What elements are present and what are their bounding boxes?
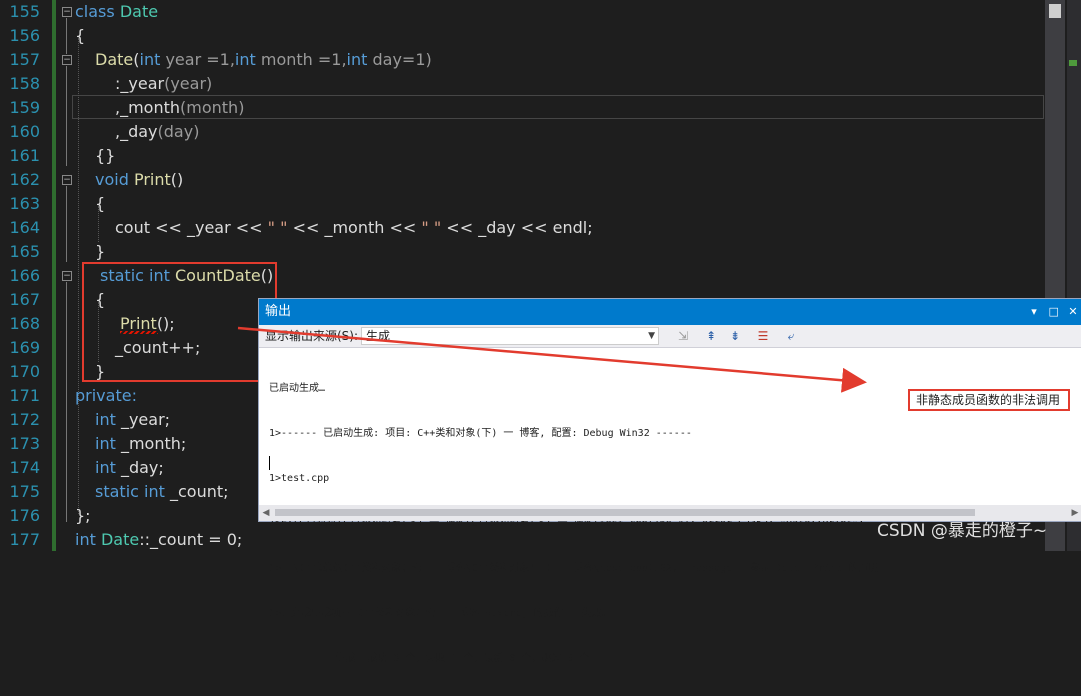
annotation-arrow xyxy=(237,326,867,393)
log-line: 1>E:\C++试试\C++类和对象(下) 一 博客\C++类和对象(下) 一 … xyxy=(269,563,879,574)
watermark: CSDN @暴走的橙子~ xyxy=(877,521,1048,541)
log-line: ========== 生成: 成功 0 个，失败 1 个，最新 0 个，跳过 0… xyxy=(269,653,656,664)
log-line: 1>已完成生成项目“C++类和对象(下) 一 博客.vcxproj”的操作 - … xyxy=(269,608,612,619)
